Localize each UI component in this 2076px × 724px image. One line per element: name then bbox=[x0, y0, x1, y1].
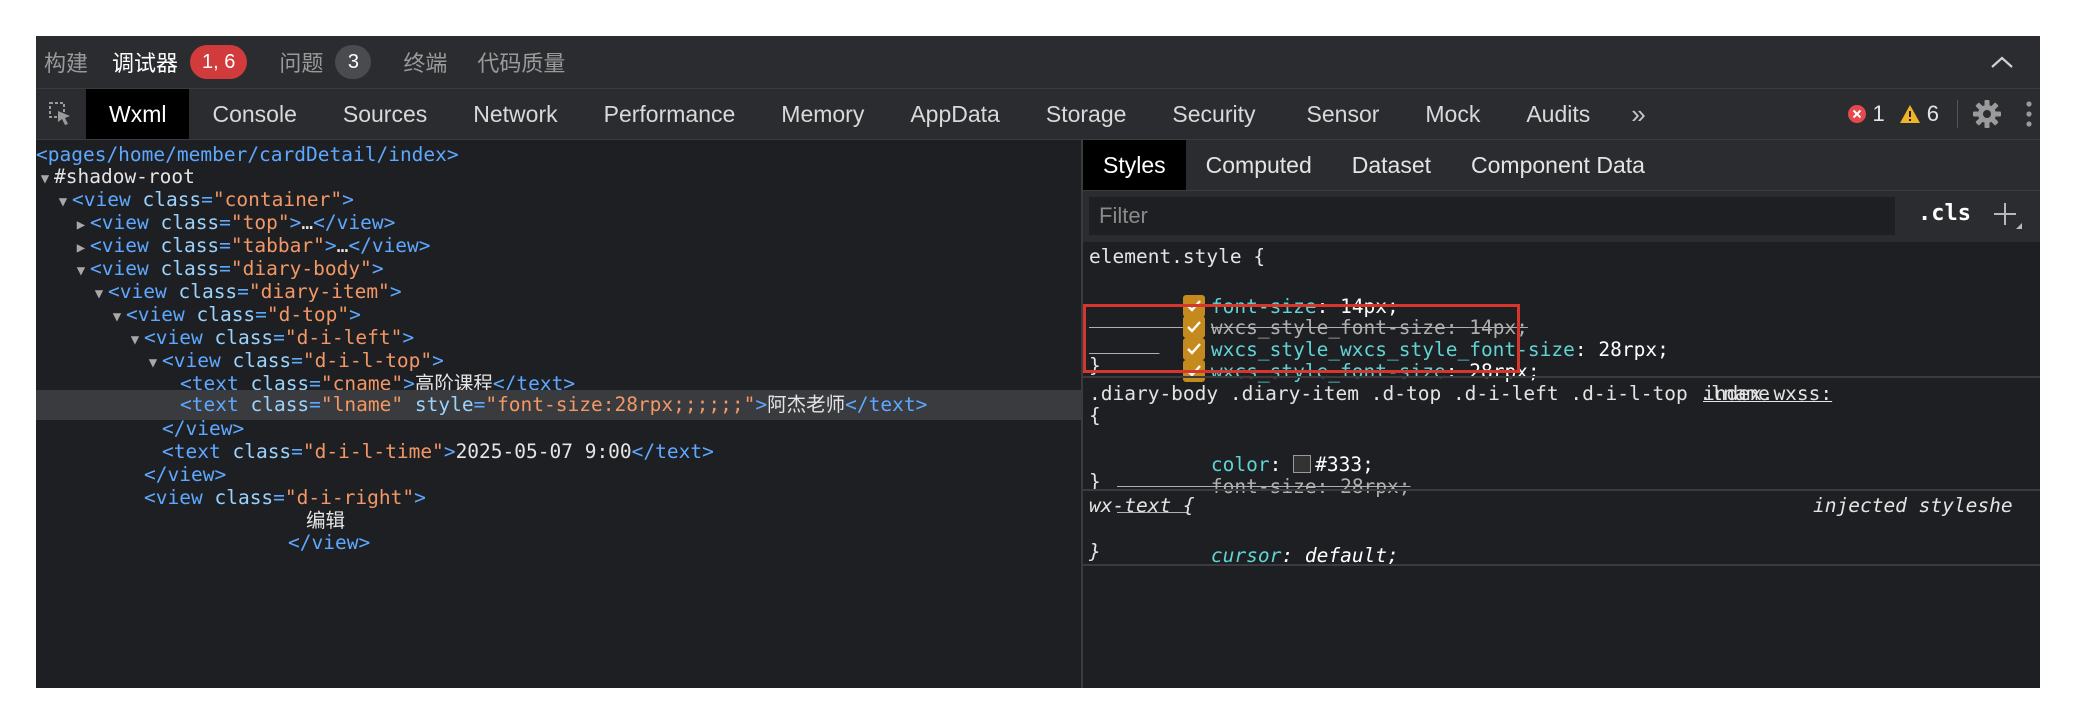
styles-tab-styles[interactable]: Styles bbox=[1083, 140, 1186, 190]
devtools-tab-storage[interactable]: Storage bbox=[1023, 89, 1150, 139]
panel-tab-issues[interactable]: 问题 3 bbox=[267, 36, 383, 88]
new-style-rule-button[interactable] bbox=[1989, 195, 2025, 235]
rule-divider bbox=[1083, 489, 2040, 491]
text-content: 阿杰老师 bbox=[767, 393, 846, 416]
wxml-tree-pane: <pages/home/member/cardDetail/index> ▼ #s… bbox=[36, 140, 1081, 688]
tag-name: view bbox=[311, 531, 359, 554]
issues-count-badge: 3 bbox=[335, 45, 372, 79]
panel-tab-label: 代码质量 bbox=[477, 51, 566, 76]
rule-divider bbox=[1083, 376, 2040, 378]
panel-tab-code-quality[interactable]: 代码质量 bbox=[465, 36, 577, 88]
panel-tab-terminal[interactable]: 终端 bbox=[391, 36, 459, 88]
devtools-tab-appdata[interactable]: AppData bbox=[887, 89, 1023, 139]
attr-value: "lname" bbox=[320, 393, 404, 416]
filter-toolbar: .cls bbox=[1083, 190, 2040, 242]
devtools-tab-security[interactable]: Security bbox=[1149, 89, 1278, 139]
devtools-tab-wxml[interactable]: Wxml bbox=[86, 89, 190, 139]
rule-close-brace: } bbox=[1089, 540, 1101, 563]
attr-name: style bbox=[414, 393, 474, 416]
attr-name: class bbox=[250, 393, 310, 416]
settings-button[interactable] bbox=[1972, 99, 2002, 129]
styles-pane: Styles Computed Dataset Component Data .… bbox=[1083, 140, 2040, 688]
devtools-tab-console[interactable]: Console bbox=[189, 89, 319, 139]
devtools-tab-memory[interactable]: Memory bbox=[758, 89, 887, 139]
devtools-tab-bar: Wxml Console Sources Network Performance… bbox=[36, 88, 2040, 140]
toolbar-divider bbox=[1957, 100, 1958, 128]
panel-tab-bar: 构建 调试器 1, 6 问题 3 终端 代码质量 bbox=[36, 36, 2040, 88]
kebab-menu-icon bbox=[2026, 101, 2032, 127]
styles-tab-bar: Styles Computed Dataset Component Data bbox=[1083, 140, 2040, 190]
plus-icon bbox=[1994, 203, 2022, 229]
style-prop-row[interactable]: cursor: default; bbox=[1117, 517, 1399, 567]
panel-tab-label: 问题 bbox=[279, 51, 324, 76]
warning-count: 6 bbox=[1926, 101, 1939, 126]
rule-divider bbox=[1083, 564, 2040, 566]
cls-toggle-button[interactable]: .cls bbox=[1918, 201, 1971, 226]
devtools-tab-network[interactable]: Network bbox=[450, 89, 580, 139]
rule-source-label: injected styleshe bbox=[1813, 494, 2013, 517]
prop-value[interactable]: 28rpx bbox=[1598, 338, 1657, 361]
devtools-tab-performance[interactable]: Performance bbox=[581, 89, 759, 139]
styles-tab-computed[interactable]: Computed bbox=[1186, 140, 1332, 190]
error-count: 1 bbox=[1872, 101, 1885, 126]
status-area: 1 6 bbox=[1847, 89, 2041, 139]
lname-style-rule: .diary-body .diary-item .d-top .d-i-left… bbox=[1083, 381, 2040, 498]
annotation-highlight-box bbox=[1083, 304, 1520, 373]
wx-text-style-rule: wx-text { injected styleshe cursor: defa… bbox=[1083, 493, 2040, 583]
tag-name: text bbox=[868, 393, 916, 416]
panel-tab-build[interactable]: 构建 bbox=[36, 36, 100, 88]
rule-close-brace: } bbox=[1089, 470, 1101, 493]
styles-filter-input[interactable] bbox=[1089, 197, 1895, 235]
collapse-panel-button[interactable] bbox=[1984, 44, 2020, 80]
panel-tab-label: 调试器 bbox=[112, 51, 179, 76]
devtools-tab-mock[interactable]: Mock bbox=[1402, 89, 1503, 139]
warning-counter[interactable]: 6 bbox=[1899, 101, 1939, 127]
panel-tab-label: 终端 bbox=[403, 51, 448, 76]
styles-tab-dataset[interactable]: Dataset bbox=[1332, 140, 1451, 190]
panel-tab-label: 构建 bbox=[44, 51, 89, 76]
style-prop-row-overridden[interactable]: font-size: 28rpx; bbox=[1117, 448, 1411, 498]
panel-tab-debugger[interactable]: 调试器 1, 6 bbox=[100, 36, 259, 88]
devtools-tab-sources[interactable]: Sources bbox=[320, 89, 450, 139]
rule-source-link[interactable]: index.wxss: bbox=[1703, 381, 1832, 407]
error-counter[interactable]: 1 bbox=[1847, 101, 1885, 127]
attr-value: "font-size:28rpx;;;;;;" bbox=[485, 393, 756, 416]
styles-tab-component-data[interactable]: Component Data bbox=[1451, 140, 1665, 190]
tree-close-view[interactable]: </view> bbox=[36, 528, 1081, 558]
chevron-up-icon bbox=[1991, 56, 2013, 68]
rule-selector[interactable]: wx-text { bbox=[1089, 493, 1195, 519]
cursor-select-icon bbox=[49, 102, 70, 125]
inspect-element-button[interactable] bbox=[36, 89, 86, 139]
rule-selector: element.style { bbox=[1089, 245, 1266, 268]
devtools-window: 构建 调试器 1, 6 问题 3 终端 代码质量 Wxml Console So… bbox=[36, 36, 2040, 688]
debugger-count-badge: 1, 6 bbox=[190, 45, 248, 79]
devtools-tab-audits[interactable]: Audits bbox=[1503, 89, 1613, 139]
warning-icon bbox=[1899, 105, 1920, 123]
more-options-button[interactable] bbox=[2026, 101, 2040, 127]
devtools-tab-sensor[interactable]: Sensor bbox=[1279, 89, 1403, 139]
error-icon bbox=[1847, 105, 1866, 123]
gear-icon bbox=[1973, 100, 2001, 128]
more-tabs-button[interactable]: » bbox=[1613, 99, 1663, 130]
rule-selector[interactable]: .diary-body .diary-item .d-top .d-i-left… bbox=[1089, 381, 1770, 407]
rule-open-brace: { bbox=[1089, 404, 1101, 427]
tag-name: text bbox=[191, 393, 239, 416]
